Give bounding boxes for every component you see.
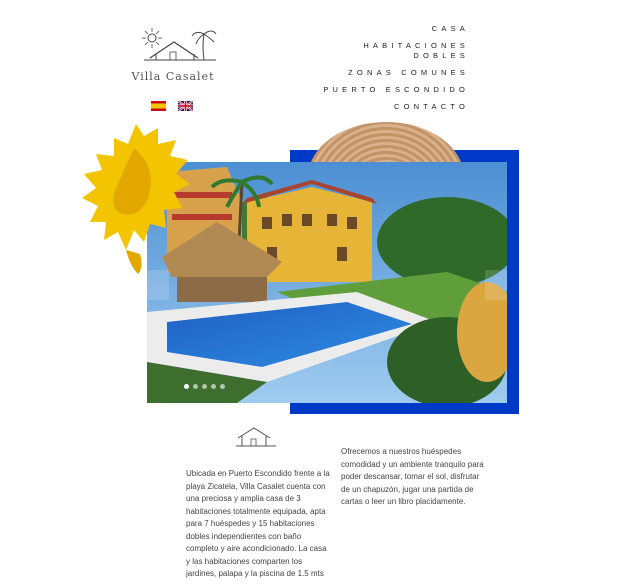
intro-paragraph-left: Ubicada en Puerto Escondido frente a la … [186,469,330,578]
nav-item-contacto[interactable]: CONTACTO [323,102,469,112]
yellow-seashell-icon [82,124,190,274]
nav-item-habitaciones-dobles[interactable]: HABITACIONES DOBLES [359,41,469,61]
logo-text: Villa Casalet [131,70,215,83]
slider-next-arrow[interactable] [485,270,507,300]
slider-dot-1[interactable] [184,384,189,389]
photo-slider[interactable] [147,162,507,403]
site-logo[interactable]: Villa Casalet [128,26,224,88]
slider-dot-3[interactable] [202,384,207,389]
house-icon [236,427,276,447]
slider-dot-5[interactable] [220,384,225,389]
language-switcher [151,101,193,111]
uk-flag-icon[interactable] [178,101,193,111]
spanish-flag-icon[interactable] [151,101,166,111]
house-palm-logo-icon [142,28,217,61]
main-nav: CASA HABITACIONES DOBLES ZONAS COMUNES P… [323,24,469,119]
nav-item-puerto-escondido[interactable]: PUERTO ESCONDIDO [323,85,469,95]
nav-item-zonas-comunes[interactable]: ZONAS COMUNES [323,68,469,78]
villa-pool-photo [147,162,507,403]
slider-dots [184,384,225,389]
slider-dot-4[interactable] [211,384,216,389]
nav-item-casa[interactable]: CASA [323,24,469,34]
slider-dot-2[interactable] [193,384,198,389]
intro-paragraph-right: Ofrecemos a nuestros huéspedes comodidad… [341,447,484,506]
